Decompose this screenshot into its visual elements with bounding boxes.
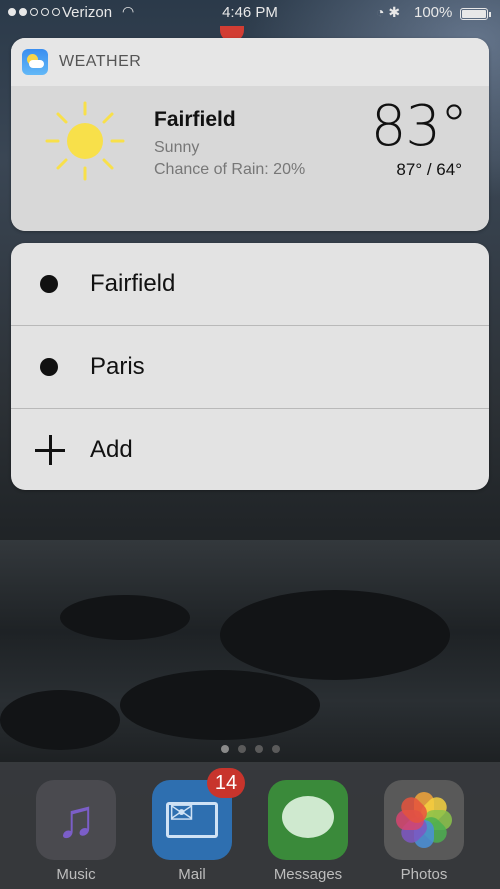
dock: ♫ Music ✉ Mail Messages Photos: [0, 762, 500, 889]
app-label-messages: Messages: [273, 866, 343, 883]
city-name: Fairfield: [154, 108, 236, 131]
menu-item-label: Paris: [90, 353, 145, 380]
photos-app-icon[interactable]: [384, 780, 464, 860]
messages-app-icon[interactable]: [268, 780, 348, 860]
bullet-icon: [40, 275, 58, 293]
app-label-photos: Photos: [400, 866, 448, 883]
menu-item-label: Fairfield: [90, 270, 176, 297]
weather-app-icon: [22, 49, 48, 75]
rain-chance: Chance of Rain: 20%: [154, 161, 306, 178]
wallpaper-rock: [220, 590, 450, 680]
battery-percentage: 100%: [414, 4, 453, 21]
wallpaper-sea: [0, 540, 500, 770]
widget-app-name: WEATHER: [59, 53, 142, 70]
menu-item-add[interactable]: Add: [11, 409, 489, 490]
plus-icon: [35, 435, 65, 465]
music-app-icon[interactable]: ♫: [36, 780, 116, 860]
high-low-temperature: 87° / 64°: [396, 160, 462, 179]
weather-condition: Sunny: [154, 139, 200, 156]
wallpaper-rock: [120, 670, 320, 740]
menu-item-label: Add: [90, 436, 133, 463]
weather-widget[interactable]: WEATHER Fairfield Sunny Chance of Rain: …: [11, 38, 489, 231]
menu-item-paris[interactable]: Paris: [11, 326, 489, 409]
menu-item-fairfield[interactable]: Fairfield: [11, 243, 489, 326]
mail-badge: 14: [207, 768, 245, 798]
bullet-icon: [40, 358, 58, 376]
app-label-music: Music: [56, 866, 96, 883]
status-bar: Verizon ◠ 4:46 PM ◔ ✱ 100%: [0, 0, 500, 28]
bluetooth-icon: ◔ ✱: [376, 4, 401, 20]
quick-actions-menu: Fairfield Paris Add: [11, 243, 489, 490]
page-indicator: [0, 745, 500, 753]
app-label-mail: Mail: [178, 866, 206, 883]
widget-header: WEATHER: [11, 38, 489, 86]
wallpaper-rock: [0, 690, 120, 750]
sun-icon: [45, 101, 125, 181]
widget-body: Fairfield Sunny Chance of Rain: 20% 83° …: [11, 86, 489, 231]
current-temperature: 83°: [370, 94, 468, 159]
wallpaper-rock: [60, 595, 190, 640]
battery-icon: [460, 8, 491, 20]
